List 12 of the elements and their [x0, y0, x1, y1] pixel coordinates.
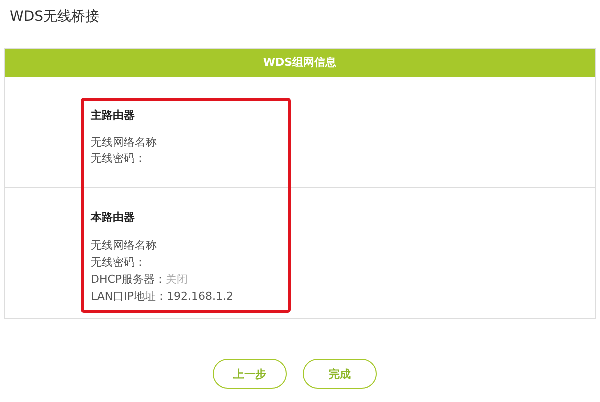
info-line: DHCP服务器：关闭 — [91, 272, 188, 288]
section-heading: 主路由器 — [91, 108, 135, 123]
info-line: 无线网络名称 — [91, 135, 157, 151]
info-line: 无线密码： — [91, 255, 146, 271]
finish-button[interactable]: 完成 — [303, 359, 377, 389]
info-line: 无线密码： — [91, 151, 146, 167]
page-title: WDS无线桥接 — [9, 8, 101, 27]
section-heading: 本路由器 — [91, 210, 135, 225]
back-button[interactable]: 上一步 — [213, 359, 287, 389]
info-line: LAN口IP地址：192.168.1.2 — [91, 289, 234, 305]
panel-header: WDS组网信息 — [5, 49, 595, 77]
info-line: 无线网络名称 — [91, 238, 157, 254]
